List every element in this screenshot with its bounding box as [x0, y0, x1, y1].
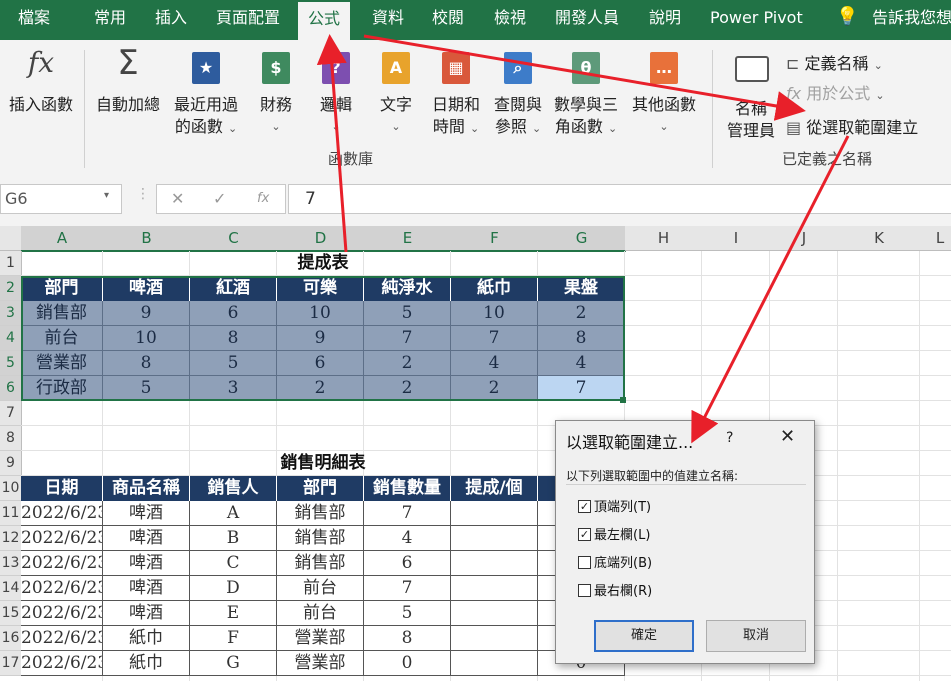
arrow-to-create-from-selection	[363, 34, 806, 121]
arrow-to-dialog	[691, 135, 850, 444]
annotation-arrows	[316, 34, 850, 444]
arrow-to-formulas-tab	[316, 34, 348, 253]
